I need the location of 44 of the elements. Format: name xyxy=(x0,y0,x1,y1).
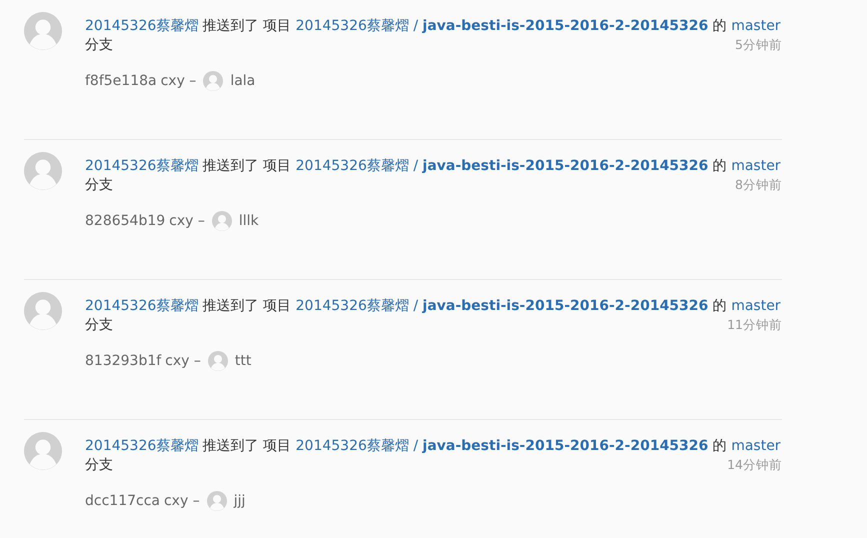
project-link[interactable]: 20145326蔡馨熠 / java-besti-is-2015-2016-2-20145326 xyxy=(296,158,708,174)
commit-hash: 828654b19 xyxy=(85,213,166,229)
event-sentence: 20145326蔡馨熠 推送到了 项目 20145326蔡馨熠 / java-besti-is-2015-2016-2-20145326 的 master xyxy=(85,437,781,456)
event-time: 11分钟前 xyxy=(727,316,782,334)
commit-author: cxy – xyxy=(165,353,201,369)
commit-message: lllk xyxy=(238,213,259,229)
user-link[interactable]: 20145326蔡馨熠 xyxy=(85,438,198,454)
project-link[interactable]: 20145326蔡馨熠 / java-besti-is-2015-2016-2-20145326 xyxy=(296,438,708,454)
author-avatar-icon xyxy=(212,211,232,231)
branch-link[interactable]: master xyxy=(731,18,781,34)
author-avatar-icon xyxy=(208,351,228,371)
author-avatar-icon xyxy=(206,491,227,511)
branch-link[interactable]: master xyxy=(731,298,781,314)
commit-message: lala xyxy=(230,73,256,89)
event-time: 14分钟前 xyxy=(727,456,782,474)
user-avatar xyxy=(24,432,62,470)
project-link[interactable]: 20145326蔡馨熠 / java-besti-is-2015-2016-2-20145326 xyxy=(296,18,708,34)
user-avatar xyxy=(24,12,62,50)
branch-link[interactable]: master xyxy=(731,158,781,174)
sentence-continuation: 分支 xyxy=(85,36,113,55)
user-link[interactable]: 20145326蔡馨熠 xyxy=(85,158,198,174)
commit-hash: 813293b1f xyxy=(85,353,162,369)
commit-hash: dcc117cca xyxy=(85,493,160,509)
commit-author: cxy – xyxy=(169,213,205,229)
user-link[interactable]: 20145326蔡馨熠 xyxy=(85,298,198,314)
commit-author: cxy – xyxy=(164,493,200,509)
event-time: 5分钟前 xyxy=(735,36,782,54)
event-sentence: 20145326蔡馨熠 推送到了 项目 20145326蔡馨熠 / java-besti-is-2015-2016-2-20145326 的 master xyxy=(85,157,781,176)
sentence-continuation: 分支 xyxy=(85,176,113,195)
commit-message: ttt xyxy=(234,353,252,369)
branch-link[interactable]: master xyxy=(731,438,781,454)
event-sentence: 20145326蔡馨熠 推送到了 项目 20145326蔡馨熠 / java-besti-is-2015-2016-2-20145326 的 master xyxy=(85,17,781,36)
event-sentence: 20145326蔡馨熠 推送到了 项目 20145326蔡馨熠 / java-besti-is-2015-2016-2-20145326 的 master xyxy=(85,297,781,316)
author-avatar-icon xyxy=(203,71,224,91)
commit-hash: f8f5e118a xyxy=(85,73,157,89)
commit-author: cxy – xyxy=(160,73,196,89)
sentence-continuation: 分支 xyxy=(85,316,113,335)
user-link[interactable]: 20145326蔡馨熠 xyxy=(85,18,198,34)
event-time: 8分钟前 xyxy=(735,176,782,194)
commit-message: jjj xyxy=(234,493,246,509)
sentence-continuation: 分支 xyxy=(85,456,113,475)
user-avatar xyxy=(24,152,62,190)
user-avatar xyxy=(24,292,62,330)
project-link[interactable]: 20145326蔡馨熠 / java-besti-is-2015-2016-2-20145326 xyxy=(296,298,708,314)
